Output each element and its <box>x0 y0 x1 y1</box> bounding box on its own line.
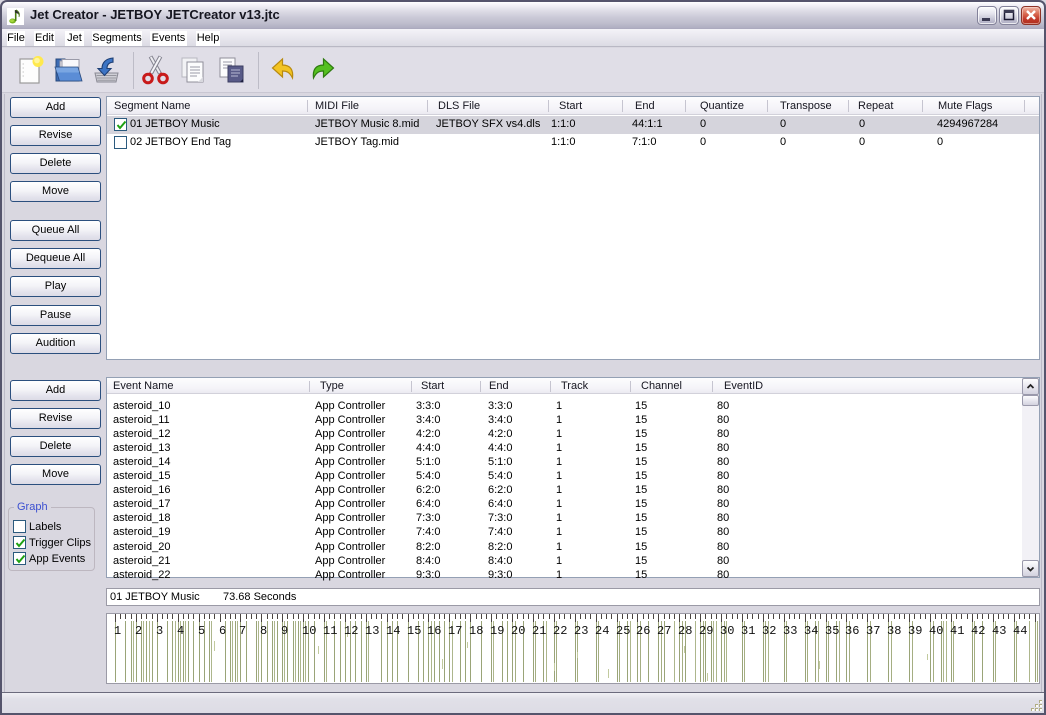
svg-text:1: 1 <box>114 624 121 638</box>
svg-text:19: 19 <box>490 624 504 638</box>
svg-text:3: 3 <box>156 624 163 638</box>
svg-text:7: 7 <box>239 624 246 638</box>
svg-text:30: 30 <box>720 624 734 638</box>
svg-text:15: 15 <box>407 624 421 638</box>
svg-text:43: 43 <box>992 624 1006 638</box>
svg-text:2: 2 <box>135 624 142 638</box>
svg-text:10: 10 <box>302 624 316 638</box>
svg-text:4: 4 <box>177 624 184 638</box>
svg-text:18: 18 <box>469 624 483 638</box>
svg-text:29: 29 <box>699 624 713 638</box>
svg-text:17: 17 <box>448 624 462 638</box>
svg-text:21: 21 <box>532 624 546 638</box>
svg-text:16: 16 <box>427 624 441 638</box>
svg-text:42: 42 <box>971 624 985 638</box>
svg-text:39: 39 <box>908 624 922 638</box>
svg-text:35: 35 <box>825 624 839 638</box>
svg-text:13: 13 <box>365 624 379 638</box>
svg-text:26: 26 <box>636 624 650 638</box>
svg-text:27: 27 <box>657 624 671 638</box>
svg-text:14: 14 <box>386 624 400 638</box>
svg-text:6: 6 <box>219 624 226 638</box>
svg-text:12: 12 <box>344 624 358 638</box>
svg-text:8: 8 <box>260 624 267 638</box>
svg-text:36: 36 <box>845 624 859 638</box>
svg-text:5: 5 <box>198 624 205 638</box>
svg-text:44: 44 <box>1013 624 1027 638</box>
svg-text:34: 34 <box>804 624 818 638</box>
svg-text:31: 31 <box>741 624 755 638</box>
svg-text:25: 25 <box>616 624 630 638</box>
svg-text:40: 40 <box>929 624 943 638</box>
svg-text:20: 20 <box>511 624 525 638</box>
svg-text:28: 28 <box>678 624 692 638</box>
svg-text:41: 41 <box>950 624 964 638</box>
svg-text:33: 33 <box>783 624 797 638</box>
svg-text:24: 24 <box>595 624 609 638</box>
svg-text:22: 22 <box>553 624 567 638</box>
svg-text:32: 32 <box>762 624 776 638</box>
svg-text:11: 11 <box>323 624 337 638</box>
svg-text:38: 38 <box>887 624 901 638</box>
svg-text:37: 37 <box>866 624 880 638</box>
svg-text:9: 9 <box>281 624 288 638</box>
svg-text:23: 23 <box>574 624 588 638</box>
